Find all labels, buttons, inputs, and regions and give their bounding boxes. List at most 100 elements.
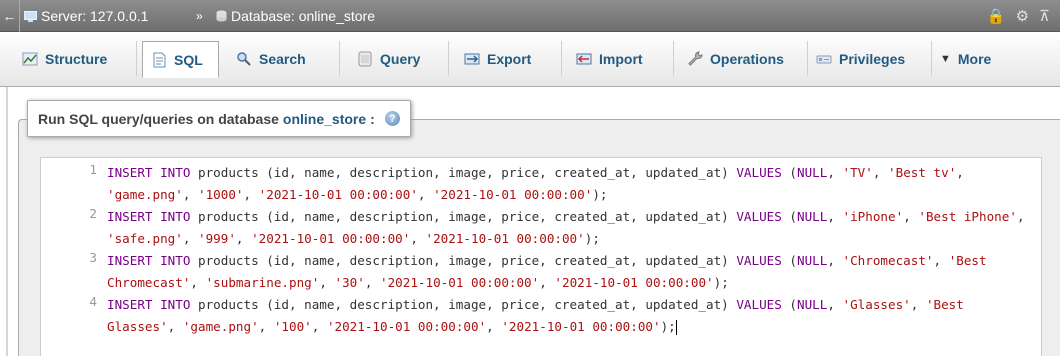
sql-string: '1000': [198, 187, 244, 202]
sql-text: ,: [872, 165, 889, 180]
sql-icon: [153, 52, 166, 67]
breadcrumb-server-label[interactable]: Server: 127.0.0.1: [41, 8, 148, 24]
sql-string: 'safe.png': [107, 231, 183, 246]
text-cursor: [675, 320, 677, 335]
legend-database-link[interactable]: online_store: [283, 111, 366, 127]
code-text[interactable]: INSERT INTO products (id, name, descript…: [107, 162, 1035, 206]
line-number: 2: [89, 206, 97, 221]
sql-text: ,: [364, 275, 380, 290]
sql-text: );: [592, 187, 608, 202]
lock-icon[interactable]: 🔒: [987, 7, 1006, 25]
code-text[interactable]: INSERT INTO products (id, name, descript…: [107, 294, 1035, 338]
sql-string: 'Best tv': [888, 165, 957, 180]
sql-keyword: VALUES: [736, 297, 782, 312]
breadcrumb-database[interactable]: Database: online_store: [216, 0, 375, 32]
tab-bar: Structure SQL Search Query Export Import…: [0, 32, 1060, 87]
sql-keyword: VALUES: [736, 165, 782, 180]
sql-text: (: [781, 253, 797, 268]
sql-text: ,: [182, 231, 198, 246]
query-icon: [358, 51, 372, 66]
sql-text: ,: [486, 319, 502, 334]
tab-structure[interactable]: Structure: [14, 41, 137, 76]
code-line[interactable]: 3 INSERT INTO products (id, name, descrip…: [41, 246, 1041, 290]
tab-more-label: More: [957, 50, 992, 67]
sql-text: (: [781, 209, 797, 224]
sql-keyword: NULL: [797, 209, 828, 224]
breadcrumb-server[interactable]: Server: 127.0.0.1: [24, 0, 148, 32]
sql-text: ,: [903, 209, 919, 224]
sql-keyword: INSERT INTO: [107, 165, 191, 180]
tab-import-label: Import: [599, 50, 643, 67]
sql-text: ,: [311, 319, 327, 334]
sql-query-legend: Run SQL query/queries on database online…: [27, 100, 411, 137]
tab-sql[interactable]: SQL: [142, 41, 219, 78]
sql-text: ,: [827, 297, 843, 312]
gear-icon[interactable]: ⚙: [1016, 7, 1029, 25]
tab-sql-label: SQL: [174, 51, 203, 68]
sql-text: products (id, name, description, image, …: [190, 165, 737, 180]
sql-text: (: [781, 297, 797, 312]
sql-string: '2021-10-01 00:00:00': [501, 319, 661, 334]
collapse-arrow-icon[interactable]: ←: [0, 0, 20, 32]
sql-text: ,: [243, 187, 259, 202]
search-icon: [237, 51, 251, 66]
sql-editor[interactable]: 1 INSERT INTO products (id, name, descrip…: [40, 157, 1042, 356]
sql-text: ,: [258, 319, 274, 334]
code-line[interactable]: 4 INSERT INTO products (id, name, descrip…: [41, 290, 1041, 335]
sql-text: ,: [167, 319, 183, 334]
sql-text: ,: [827, 253, 843, 268]
tab-import[interactable]: Import: [568, 41, 674, 76]
help-icon[interactable]: ?: [384, 111, 400, 126]
tab-query[interactable]: Query: [349, 41, 449, 76]
code-line[interactable]: 1 INSERT INTO products (id, name, descrip…: [41, 158, 1041, 202]
tab-operations-label: Operations: [710, 50, 784, 67]
sql-keyword: INSERT INTO: [107, 297, 191, 312]
sql-keyword: NULL: [797, 253, 828, 268]
sql-text: products (id, name, description, image, …: [190, 297, 737, 312]
sql-string: 'iPhone': [842, 209, 904, 224]
wrench-icon: [688, 50, 703, 66]
top-right-icons: 🔒 ⚙ ⊼: [987, 0, 1050, 32]
sql-string: 'game.png': [107, 187, 183, 202]
breadcrumb-separator: »: [196, 9, 203, 23]
sql-string: '999': [198, 231, 236, 246]
sql-text: ,: [319, 275, 335, 290]
code-text[interactable]: INSERT INTO products (id, name, descript…: [107, 206, 1035, 250]
sql-text: ,: [182, 187, 198, 202]
sql-string: '2021-10-01 00:00:00': [258, 187, 418, 202]
sql-string: 'Chromecast': [842, 253, 934, 268]
sql-text: products (id, name, description, image, …: [190, 253, 737, 268]
tab-export[interactable]: Export: [456, 41, 562, 76]
sql-string: '2021-10-01 00:00:00': [554, 275, 714, 290]
privileges-icon: [816, 55, 832, 63]
code-text[interactable]: INSERT INTO products (id, name, descript…: [107, 250, 1035, 294]
sql-text: ,: [410, 231, 426, 246]
sql-text: ,: [827, 165, 843, 180]
sql-string: 'Best iPhone': [918, 209, 1017, 224]
tab-search[interactable]: Search: [228, 41, 340, 76]
sql-keyword: NULL: [797, 297, 828, 312]
tab-more[interactable]: ▼ More: [932, 41, 1014, 76]
structure-icon: [22, 52, 38, 65]
database-icon: [216, 10, 227, 22]
tab-privileges[interactable]: Privileges: [808, 41, 932, 76]
sql-text: ,: [417, 187, 434, 202]
sql-text: );: [584, 231, 600, 246]
sql-keyword: INSERT INTO: [107, 253, 191, 268]
tab-operations[interactable]: Operations: [679, 41, 808, 76]
sql-string: 'Glasses': [842, 297, 911, 312]
triangle-down-icon: ▼: [940, 52, 951, 65]
import-icon: [576, 53, 592, 64]
server-icon: [24, 10, 37, 22]
sql-text: ,: [956, 165, 972, 180]
tab-search-label: Search: [259, 50, 306, 67]
sql-text: ,: [933, 253, 949, 268]
code-line[interactable]: 2 INSERT INTO products (id, name, descrip…: [41, 202, 1041, 246]
sql-string: 'game.png': [182, 319, 259, 334]
breadcrumb-database-label[interactable]: Database: online_store: [231, 8, 375, 24]
sql-keyword: INSERT INTO: [107, 209, 191, 224]
sql-string: '2021-10-01 00:00:00': [425, 231, 585, 246]
line-number: 1: [89, 162, 97, 177]
sql-keyword: VALUES: [736, 253, 782, 268]
collapse-top-icon[interactable]: ⊼: [1039, 7, 1050, 25]
